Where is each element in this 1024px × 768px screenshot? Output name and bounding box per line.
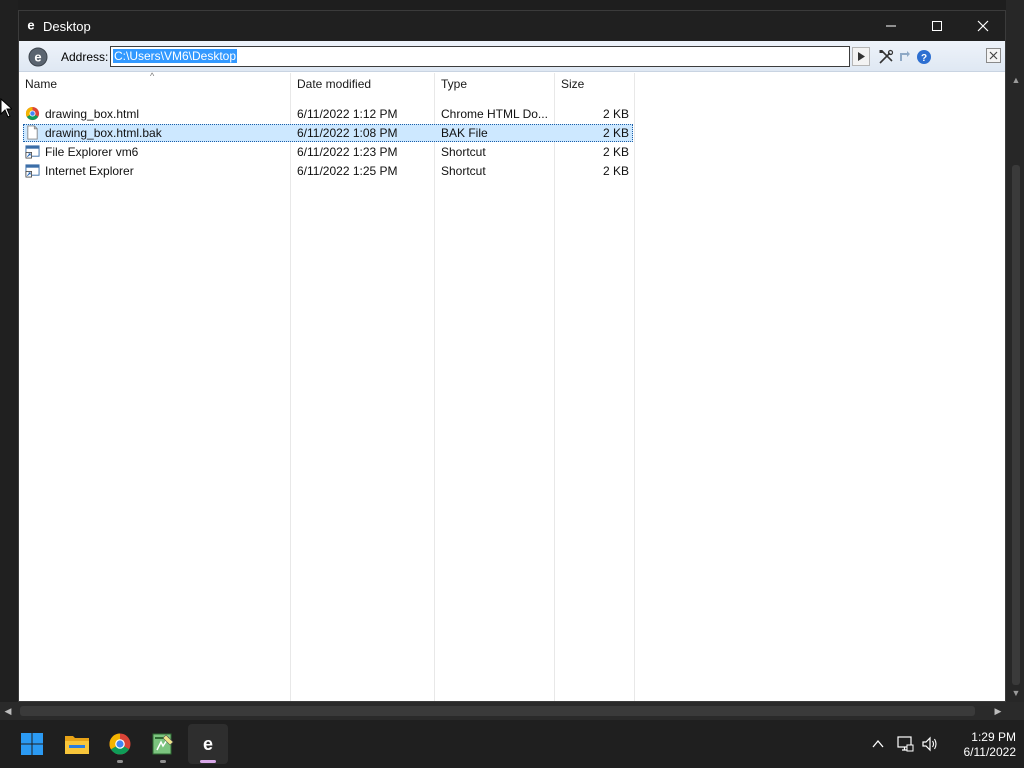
file-date: 6/11/2022 1:08 PM [297, 126, 398, 140]
active-indicator [200, 760, 216, 763]
column-header-type[interactable]: Type [441, 77, 467, 91]
file-date: 6/11/2022 1:25 PM [297, 164, 398, 178]
maximize-icon [932, 21, 942, 31]
file-size: 2 KB [603, 164, 630, 178]
start-button[interactable] [12, 724, 52, 764]
file-row[interactable]: Internet Explorer 6/11/2022 1:25 PM Shor… [23, 162, 633, 180]
clock-time: 1:29 PM [971, 730, 1016, 744]
chrome-html-icon [25, 106, 40, 121]
file-name[interactable]: Internet Explorer [45, 164, 134, 178]
scroll-right-arrow-icon[interactable]: ▶ [993, 705, 1003, 717]
title-bar[interactable]: e Desktop [19, 11, 1005, 41]
window-title: Desktop [43, 19, 91, 34]
file-size: 2 KB [603, 107, 630, 121]
play-arrow-icon [858, 52, 865, 61]
system-clock[interactable]: 1:29 PM 6/11/2022 [946, 730, 1017, 760]
running-indicator [160, 760, 166, 763]
file-type: Shortcut [441, 164, 486, 178]
svg-text:?: ? [921, 53, 927, 64]
chrome-icon [109, 733, 131, 755]
start-icon [21, 733, 43, 755]
close-icon [977, 20, 989, 32]
svg-text:e: e [34, 50, 41, 65]
file-size: 2 KB [603, 126, 630, 140]
taskbar-chrome[interactable] [100, 724, 140, 764]
go-button[interactable] [852, 47, 870, 66]
column-header-size[interactable]: Size [561, 77, 584, 91]
file-type: Chrome HTML Do... [441, 107, 548, 121]
file-row[interactable]: drawing_box.html.bak 6/11/2022 1:08 PM B… [23, 124, 633, 142]
notepad-icon [152, 733, 174, 755]
file-name[interactable]: drawing_box.html [45, 107, 139, 121]
scroll-left-arrow-icon[interactable]: ◀ [3, 705, 13, 717]
file-name[interactable]: File Explorer vm6 [45, 145, 138, 159]
horizontal-scrollbar-thumb[interactable] [20, 706, 975, 716]
taskbar-notepad[interactable] [143, 724, 183, 764]
file-explorer-icon [65, 736, 89, 754]
svg-text:e: e [27, 18, 34, 32]
file-date: 6/11/2022 1:12 PM [297, 107, 398, 121]
address-label: Address: [61, 50, 109, 64]
close-button[interactable] [960, 11, 1006, 41]
file-type: Shortcut [441, 145, 486, 159]
address-toolbar: e Address: C:\Users\VM6\Desktop ? [19, 41, 1005, 72]
taskbar-ie-app[interactable]: e [188, 724, 228, 764]
mouse-cursor-icon [0, 98, 12, 118]
refresh-icon[interactable] [897, 49, 913, 65]
file-name[interactable]: drawing_box.html.bak [45, 126, 162, 140]
file-row[interactable]: File Explorer vm6 6/11/2022 1:23 PM Shor… [23, 143, 633, 161]
blank-file-icon [27, 125, 38, 140]
close-toolbar-button[interactable] [986, 48, 1001, 63]
minimize-button[interactable] [868, 11, 914, 41]
ie-icon: e [198, 734, 218, 754]
shortcut-icon [25, 145, 40, 159]
vertical-scrollbar-thumb[interactable] [1012, 165, 1020, 685]
minimize-icon [886, 25, 896, 27]
help-icon[interactable]: ? [916, 49, 932, 65]
tools-icon[interactable] [878, 49, 894, 65]
sort-ascending-icon: ^ [150, 71, 155, 81]
file-row[interactable]: drawing_box.html 6/11/2022 1:12 PM Chrom… [23, 105, 633, 123]
close-icon [989, 51, 998, 60]
file-type: BAK File [441, 126, 488, 140]
maximize-button[interactable] [914, 11, 960, 41]
address-input[interactable]: C:\Users\VM6\Desktop [110, 46, 850, 67]
volume-icon[interactable] [921, 735, 939, 753]
column-divider [634, 73, 635, 701]
address-value[interactable]: C:\Users\VM6\Desktop [113, 49, 238, 63]
clock-date: 6/11/2022 [963, 745, 1017, 759]
scroll-up-arrow-icon[interactable]: ▲ [1011, 75, 1021, 85]
file-date: 6/11/2022 1:23 PM [297, 145, 398, 159]
chevron-up-icon[interactable] [871, 737, 885, 751]
explorer-window: e Desktop e Address: C:\Users\VM6\Deskto… [18, 10, 1006, 702]
file-list[interactable]: ^ Name Date modified Type Size drawing_b… [19, 71, 1005, 701]
shortcut-icon [25, 164, 40, 178]
app-logo-icon[interactable]: e [28, 47, 48, 67]
column-header-date[interactable]: Date modified [297, 77, 371, 91]
taskbar: e 1:29 PM 6/11/2022 [0, 720, 1024, 768]
file-size: 2 KB [603, 145, 630, 159]
scroll-down-arrow-icon[interactable]: ▼ [1011, 688, 1021, 698]
column-header-name[interactable]: Name [25, 77, 57, 91]
taskbar-file-explorer[interactable] [57, 724, 97, 764]
running-indicator [117, 760, 123, 763]
ie-icon: e [24, 18, 38, 32]
network-icon[interactable] [896, 735, 914, 753]
svg-text:e: e [203, 734, 213, 754]
